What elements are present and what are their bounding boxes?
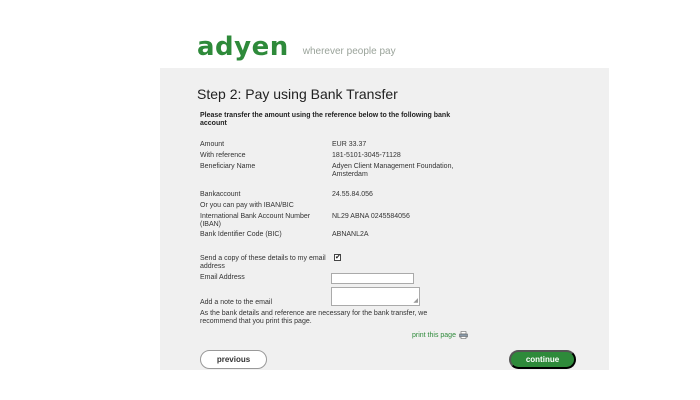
bic-label: Bank Identifier Code (BIC): [200, 231, 282, 238]
beneficiary-label: Beneficiary Name: [200, 163, 256, 170]
iban-label: International Bank Account Number (IBAN): [200, 213, 311, 228]
printer-icon: [459, 331, 468, 339]
iban-value: NL29 ABNA 0245584056: [332, 213, 410, 220]
bankaccount-value: 24.55.84.056: [332, 191, 373, 198]
beneficiary-value: Adyen Client Management Foundation, Amst…: [332, 163, 454, 178]
resize-grip-icon[interactable]: ◢: [413, 298, 418, 304]
print-link-label: print this page: [412, 331, 456, 339]
email-address-input[interactable]: [331, 273, 414, 284]
tagline: wherever people pay: [302, 46, 396, 57]
note-label: Add a note to the email: [200, 299, 272, 306]
email-address-label: Email Address: [200, 274, 245, 281]
reference-label: With reference: [200, 152, 246, 159]
amount-label: Amount: [200, 141, 225, 148]
email-copy-checkbox[interactable]: ✔: [334, 254, 341, 261]
reference-value: 181-5101-3045-71128: [332, 152, 401, 159]
header: adyen wherever people pay: [197, 30, 396, 60]
bic-value: ABNANL2A: [332, 231, 369, 238]
amount-value: EUR 33.37: [332, 141, 367, 148]
iban-bic-alternative-label: Or you can pay with IBAN/BIC: [200, 202, 294, 209]
email-copy-label: Send a copy of these details to my email…: [200, 255, 326, 270]
adyen-logo: adyen: [197, 32, 289, 62]
bankaccount-label: Bankaccount: [200, 191, 241, 198]
page-title: Step 2: Pay using Bank Transfer: [197, 86, 398, 102]
payment-panel: Step 2: Pay using Bank Transfer Please t…: [160, 68, 609, 370]
previous-button[interactable]: previous: [200, 350, 267, 369]
instruction-text: Please transfer the amount using the ref…: [200, 112, 451, 127]
print-notice: As the bank details and reference are ne…: [200, 310, 428, 325]
continue-button[interactable]: continue: [509, 350, 576, 369]
print-page-link[interactable]: print this page: [412, 331, 468, 339]
note-textarea[interactable]: ◢: [331, 287, 420, 306]
